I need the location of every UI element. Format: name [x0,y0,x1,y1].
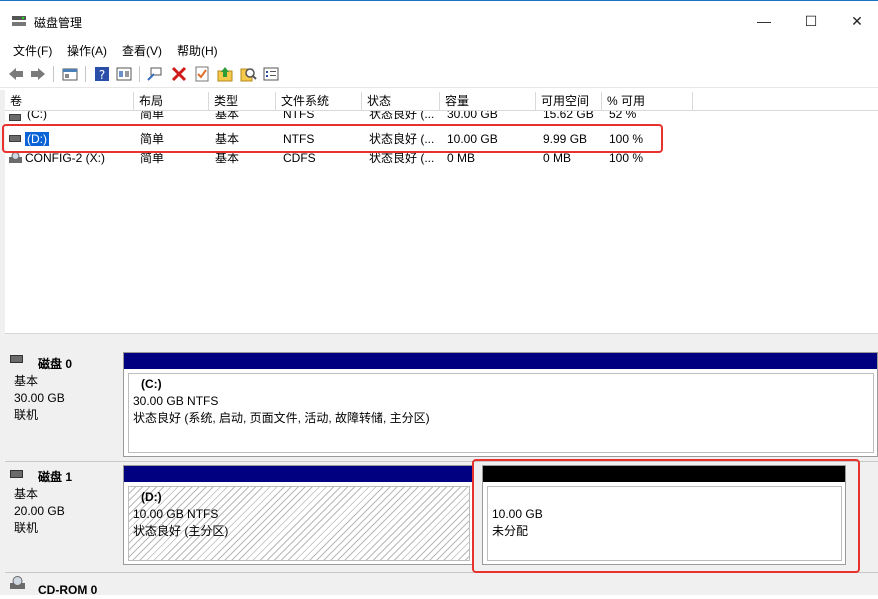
drive-icon [9,114,21,121]
view-icon[interactable] [115,65,133,83]
console-icon[interactable] [61,65,79,83]
column-header-type[interactable]: 类型 [209,92,276,111]
partition-c[interactable]: (C:) 30.00 GB NTFS 状态良好 (系统, 启动, 页面文件, 活… [123,352,878,457]
close-button[interactable]: ✕ [834,5,878,37]
menu-help[interactable]: 帮助(H) [177,42,218,59]
check-icon[interactable] [193,65,211,83]
forward-icon[interactable] [29,65,47,83]
partition-body: (C:) 30.00 GB NTFS 状态良好 (系统, 启动, 页面文件, 活… [128,373,874,453]
disk-kind: 基本 [14,487,39,501]
partition-size: 30.00 GB NTFS [133,394,219,408]
disk-name: 磁盘 1 [38,470,73,484]
table-row[interactable]: (C:) 简单 基本 NTFS 状态良好 (... 30.00 GB 15.62… [5,111,878,125]
toolbar-separator [139,66,140,82]
menu-bar: 文件(F) 操作(A) 查看(V) 帮助(H) [0,40,878,60]
column-header-capacity[interactable]: 容量 [440,92,536,111]
cdrom-0-info[interactable]: CD-ROM 0 [5,573,118,597]
window-title: 磁盘管理 [34,16,83,30]
column-header-percent-free[interactable]: % 可用 [602,92,693,111]
column-header-filesystem[interactable]: 文件系统 [276,92,362,111]
disk-1-info[interactable]: 磁盘 1 基本 20.00 GB 联机 [5,462,118,572]
menu-view[interactable]: 查看(V) [122,42,162,59]
column-header-layout[interactable]: 布局 [134,92,209,111]
help-icon[interactable]: ? [93,65,111,83]
maximize-button[interactable]: ☐ [788,5,834,37]
highlight-box [472,459,860,573]
disk-0-info[interactable]: 磁盘 0 基本 30.00 GB 联机 [5,350,118,460]
disk-name: 磁盘 0 [38,357,73,371]
disk-size: 20.00 GB [14,504,65,518]
volume-status: 状态良好 (... [369,111,435,121]
partition-status: 状态良好 (主分区) [133,524,229,538]
partition-status: 状态良好 (系统, 启动, 页面文件, 活动, 故障转储, 主分区) [133,411,430,425]
disk-icon [10,355,23,363]
minimize-button[interactable]: — [741,5,787,37]
folder-up-icon[interactable] [216,65,234,83]
primary-partition-bar [124,353,877,369]
disk-name: CD-ROM 0 [38,583,98,597]
column-header-status[interactable]: 状态 [362,92,440,111]
volume-free: 15.62 GB [543,111,594,121]
partition-body: (D:) 10.00 GB NTFS 状态良好 (主分区) [128,486,470,561]
partition-label: (D:) [141,490,162,504]
properties-icon[interactable] [262,65,280,83]
connect-icon[interactable] [146,65,164,83]
menu-action[interactable]: 操作(A) [67,42,107,59]
volume-name: (C:) [27,111,47,121]
toolbar: ? [0,60,878,88]
volume-capacity: 30.00 GB [447,111,498,121]
disk-size: 30.00 GB [14,391,65,405]
delete-icon[interactable] [170,65,188,83]
disk-state: 联机 [14,408,39,422]
volume-layout: 简单 [140,111,165,121]
back-icon[interactable] [7,65,25,83]
column-header-free-space[interactable]: 可用空间 [536,92,602,111]
toolbar-separator [85,66,86,82]
column-header-empty [693,92,878,111]
svg-text:?: ? [99,68,105,82]
disk-state: 联机 [14,521,39,535]
search-icon[interactable] [239,65,257,83]
disk-icon [10,470,23,478]
toolbar-separator [53,66,54,82]
primary-partition-bar [124,466,473,482]
volume-filesystem: NTFS [283,111,315,121]
menu-file[interactable]: 文件(F) [13,42,52,59]
disk-management-icon [12,16,26,26]
title-bar: 磁盘管理 — ☐ ✕ [0,0,878,41]
highlight-box [2,124,663,153]
disk-kind: 基本 [14,374,39,388]
partition-d[interactable]: (D:) 10.00 GB NTFS 状态良好 (主分区) [123,465,474,565]
cd-drive-icon [9,152,22,163]
partition-label: (C:) [141,377,162,391]
cd-drive-icon [10,576,25,589]
partition-size: 10.00 GB NTFS [133,507,219,521]
column-header-volume[interactable]: 卷 [5,92,134,111]
volume-type: 基本 [215,111,240,121]
volume-percent-free: 52 % [609,111,637,121]
